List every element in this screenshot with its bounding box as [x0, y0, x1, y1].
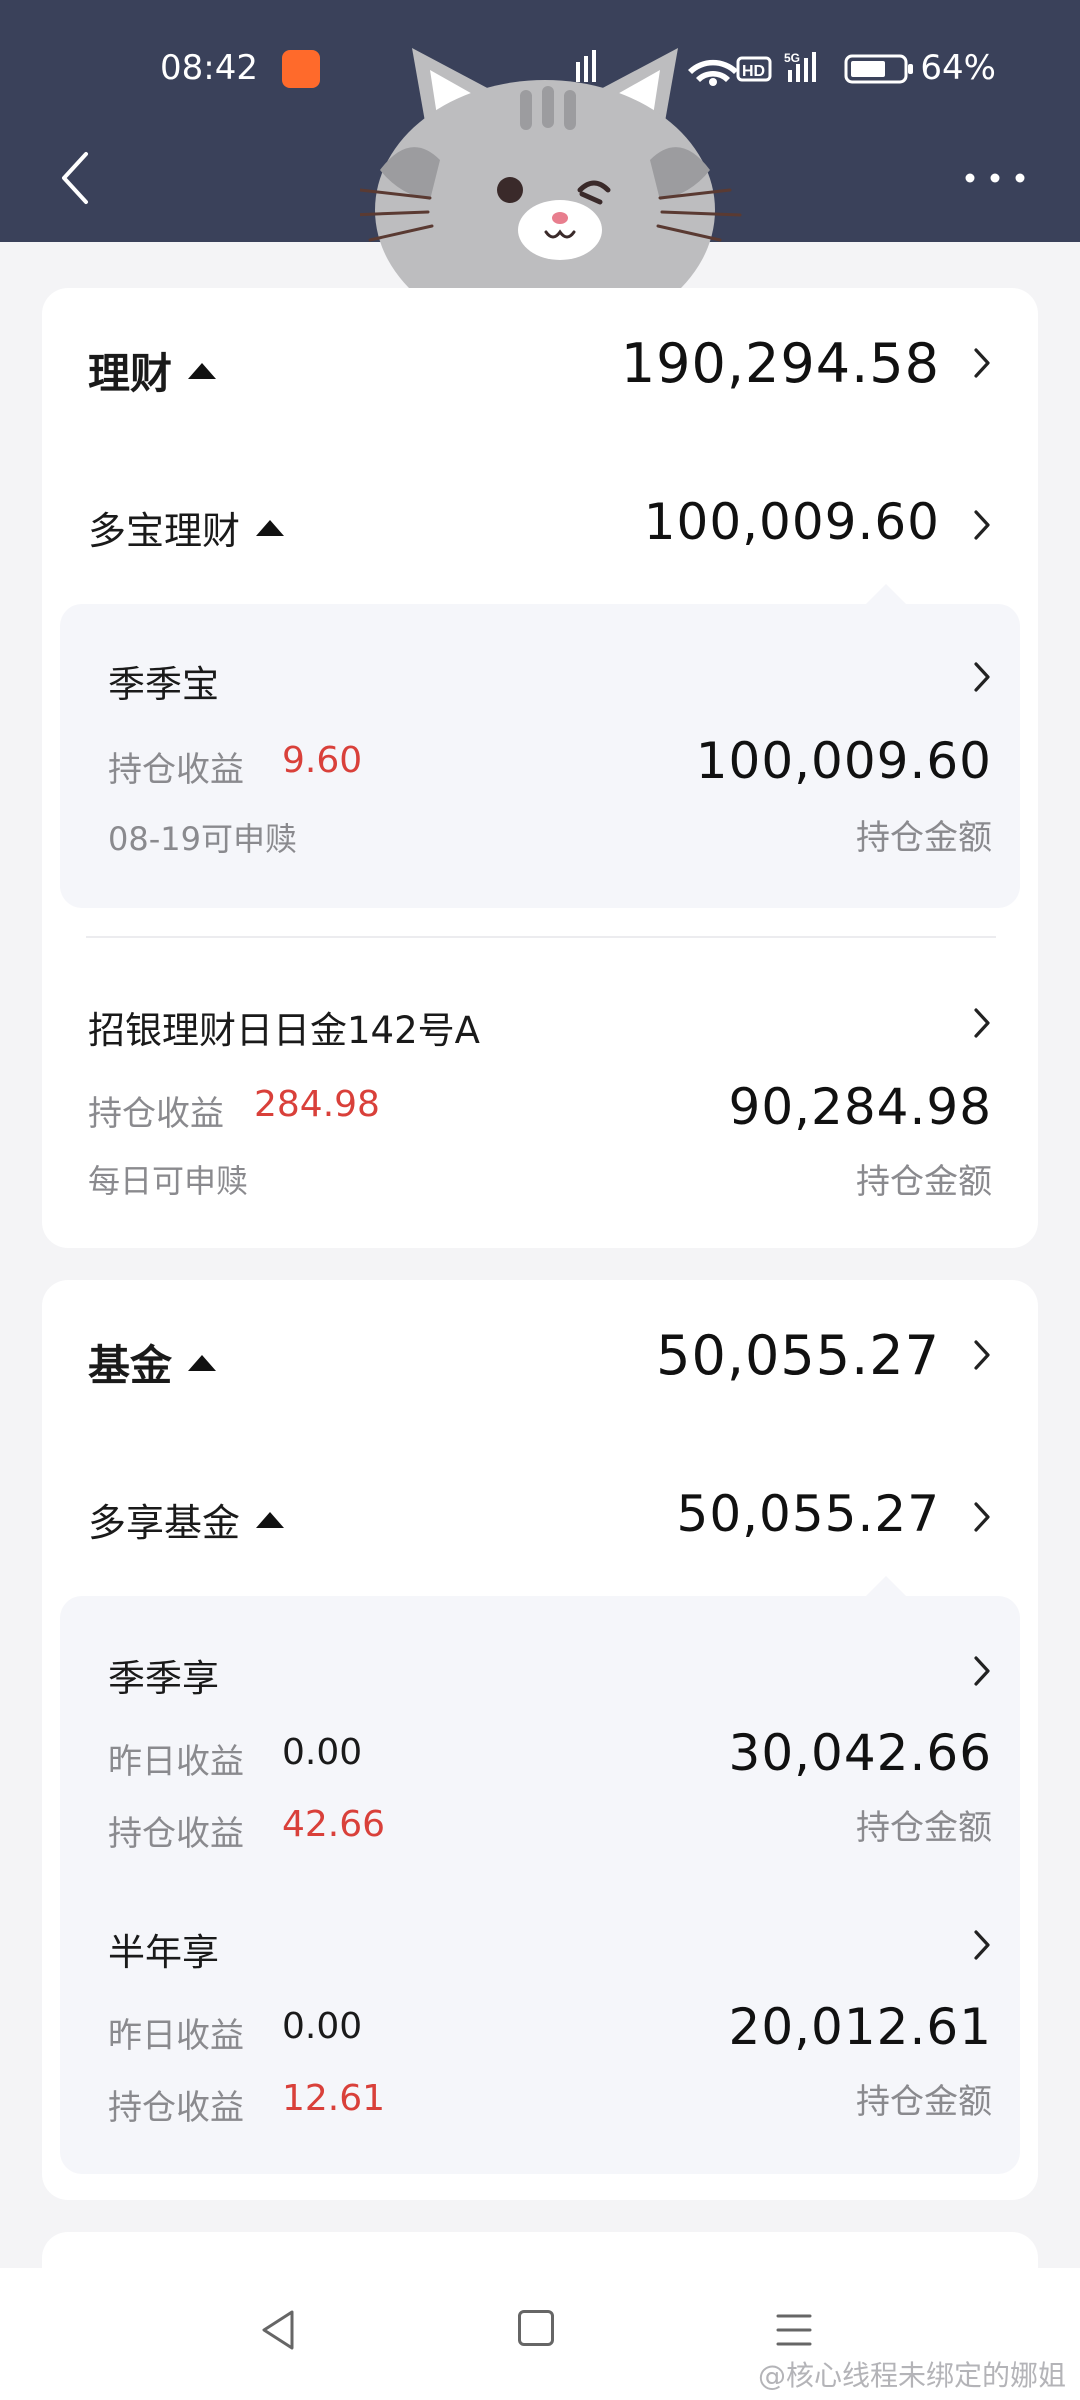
yesterday-value: 0.00: [282, 1732, 363, 1773]
nav-menu-icon[interactable]: [774, 2308, 814, 2352]
wealth-title-label: 理财: [88, 349, 173, 398]
collapse-triangle-icon[interactable]: [188, 1354, 217, 1371]
hold-amount: 20,012.61: [728, 1998, 992, 2056]
nav-back-icon[interactable]: [258, 2308, 298, 2352]
product-name: 半年享: [108, 1931, 219, 1974]
collapse-triangle-icon[interactable]: [256, 1511, 285, 1528]
fund-total[interactable]: 50,055.27: [656, 1324, 940, 1387]
product-name: 季季享: [108, 1657, 219, 1700]
hold-label: 持仓金额: [856, 2082, 992, 2122]
back-button[interactable]: [56, 148, 96, 208]
redeem-note: 08-19可申赎: [108, 820, 297, 858]
profit-value: 12.61: [282, 2078, 386, 2119]
profit-value: 9.60: [282, 740, 363, 781]
product-name: 季季宝: [108, 663, 219, 706]
chevron-right-icon[interactable]: [972, 346, 992, 380]
profit-value: 42.66: [282, 1804, 386, 1845]
wealth-group-title[interactable]: 多宝理财: [88, 500, 285, 555]
nav-home-icon[interactable]: [518, 2310, 554, 2346]
status-time: 08:42: [160, 48, 258, 88]
hold-label: 持仓金额: [856, 818, 992, 858]
profit-label: 持仓收益: [108, 2088, 244, 2128]
yesterday-label: 昨日收益: [108, 2016, 244, 2056]
wealth-group-label: 多宝理财: [88, 509, 241, 553]
redeem-note: 每日可申赎: [88, 1162, 249, 1200]
hold-amount: 100,009.60: [695, 732, 992, 790]
more-button[interactable]: [960, 150, 1030, 200]
profit-label: 持仓收益: [108, 1814, 244, 1854]
product-name: 招银理财日日金142号A: [88, 1009, 480, 1052]
wealth-group-total[interactable]: 100,009.60: [644, 493, 940, 551]
fund-group-label: 多享基金: [88, 1501, 241, 1545]
hold-label: 持仓金额: [856, 1162, 992, 1202]
fund-products-panel: 季季享 昨日收益 0.00 持仓收益 42.66 30,042.66 持仓金额 …: [60, 1596, 1020, 2174]
profit-label: 持仓收益: [108, 750, 244, 790]
profit-value: 284.98: [254, 1084, 380, 1125]
fund-card: 基金 50,055.27 多享基金 50,055.27 季季享 昨日收益 0.0…: [42, 1280, 1038, 2200]
chevron-right-icon[interactable]: [972, 1006, 992, 1040]
watermark-text: @核心线程未绑定的娜姐: [757, 2359, 1066, 2392]
hold-amount: 30,042.66: [728, 1724, 992, 1782]
yesterday-value: 0.00: [282, 2006, 363, 2047]
panel-notch: [866, 584, 906, 604]
collapse-triangle-icon[interactable]: [256, 519, 285, 536]
fund-group-title[interactable]: 多享基金: [88, 1492, 285, 1547]
wealth-title[interactable]: 理财: [88, 340, 217, 401]
chevron-right-icon[interactable]: [972, 660, 992, 694]
chevron-right-icon[interactable]: [972, 1338, 992, 1372]
chevron-right-icon[interactable]: [972, 1500, 992, 1534]
hold-label: 持仓金额: [856, 1808, 992, 1848]
app-notification-icon: [282, 50, 320, 88]
wealth-total[interactable]: 190,294.58: [621, 332, 940, 395]
chevron-right-icon[interactable]: [972, 1654, 992, 1688]
profit-label: 持仓收益: [88, 1094, 224, 1134]
svg-text:5G: 5G: [784, 51, 800, 65]
chevron-right-icon[interactable]: [972, 1928, 992, 1962]
yesterday-label: 昨日收益: [108, 1742, 244, 1782]
collapse-triangle-icon[interactable]: [188, 362, 217, 379]
wealth-card: 理财 190,294.58 多宝理财 100,009.60 季季宝 持仓收益 9…: [42, 288, 1038, 1248]
fund-group-total[interactable]: 50,055.27: [677, 1485, 940, 1543]
fund-title-label: 基金: [88, 1341, 173, 1390]
divider: [86, 936, 996, 938]
panel-notch: [866, 1576, 906, 1596]
chevron-right-icon[interactable]: [972, 508, 992, 542]
battery-percent: 64%: [920, 48, 996, 88]
product-panel-jijibao[interactable]: 季季宝 持仓收益 9.60 08-19可申赎 100,009.60 持仓金额: [60, 604, 1020, 908]
hold-amount: 90,284.98: [728, 1078, 992, 1136]
fund-title[interactable]: 基金: [88, 1332, 217, 1393]
